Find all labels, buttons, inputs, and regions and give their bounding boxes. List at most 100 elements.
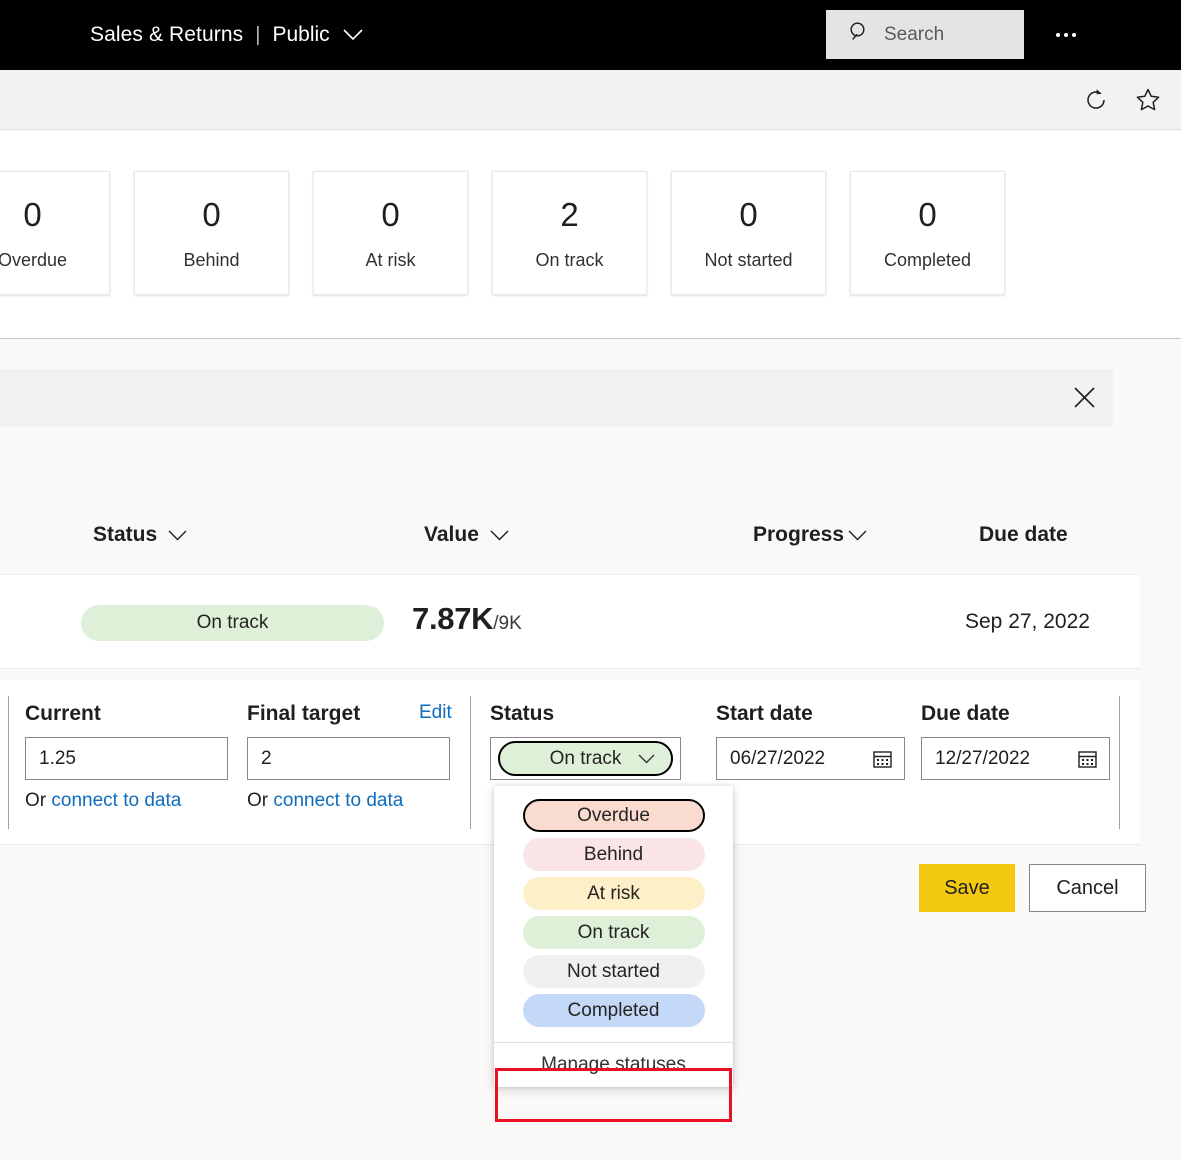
status-option-pill: Behind — [522, 838, 705, 871]
start-date-label: Start date — [716, 702, 813, 725]
kpi-value: 2 — [560, 195, 579, 233]
panel-divider-right — [1119, 696, 1120, 829]
status-badge[interactable]: On track — [81, 605, 384, 641]
status-dropdown-trigger[interactable]: On track — [490, 737, 681, 780]
column-header-due-date-label: Due date — [979, 523, 1068, 546]
chevron-down-icon[interactable] — [490, 530, 509, 541]
status-option-pill: Completed — [522, 994, 705, 1027]
panel-divider-mid — [470, 696, 471, 829]
goal-due-date: Sep 27, 2022 — [965, 610, 1090, 633]
status-option-label: Behind — [583, 843, 644, 865]
status-option-overdue[interactable]: Overdue — [494, 796, 733, 835]
panel-toolbar — [0, 369, 1113, 427]
status-option-label: At risk — [587, 882, 640, 904]
calendar-icon[interactable] — [872, 748, 893, 769]
calendar-icon[interactable] — [1077, 748, 1098, 769]
current-connect-to-data-link[interactable]: connect to data — [51, 790, 181, 811]
status-option-pill: On track — [522, 916, 705, 949]
status-selected-label: On track — [549, 747, 622, 769]
kpi-card[interactable]: 0 Not started — [671, 171, 826, 295]
kpi-summary-strip: 0 Overdue 0 Behind 0 At risk 2 On track … — [0, 131, 1181, 339]
chevron-down-icon[interactable] — [638, 754, 655, 764]
kpi-card[interactable]: 0 Overdue — [0, 171, 110, 295]
refresh-icon[interactable] — [1079, 83, 1113, 117]
search-input[interactable]: Search — [826, 10, 1024, 59]
start-date-field: Start date — [716, 702, 905, 780]
column-header-due-date[interactable]: Due date — [979, 523, 1068, 547]
status-field-label: Status — [490, 702, 555, 725]
suite-header-bar: Sales & Returns | Public Search — [0, 0, 1181, 70]
chevron-down-icon[interactable] — [168, 530, 187, 541]
column-header-progress[interactable]: Progress — [753, 523, 867, 547]
status-option-label: Overdue — [577, 804, 650, 826]
app-breadcrumb: Sales & Returns | Public — [90, 23, 363, 47]
due-date-field: Due date — [921, 702, 1110, 780]
final-target-connect-row: Or connect to data — [247, 790, 450, 812]
edit-link[interactable]: Edit — [419, 702, 452, 724]
goal-table-row[interactable]: On track 7.87K /9K Sep 27, 2022 — [0, 574, 1140, 669]
status-option-pill: Overdue — [522, 799, 705, 832]
status-option-pill: Not started — [522, 955, 705, 988]
form-action-buttons: Save Cancel — [919, 864, 1146, 912]
kpi-label: Completed — [883, 249, 972, 270]
manage-statuses-label: Manage statuses — [541, 1054, 686, 1075]
column-header-status-label: Status — [93, 523, 158, 546]
goal-value-cell: 7.87K /9K — [412, 601, 522, 637]
current-connect-row: Or connect to data — [25, 790, 228, 812]
star-icon[interactable] — [1131, 83, 1165, 117]
goal-target-value: /9K — [493, 613, 522, 634]
kpi-card[interactable]: 0 At risk — [313, 171, 468, 295]
chevron-down-icon[interactable] — [848, 530, 867, 541]
column-header-value-label: Value — [424, 523, 479, 546]
kpi-label: On track — [535, 249, 604, 270]
kpi-label: At risk — [365, 249, 416, 270]
status-badge-label: On track — [196, 612, 269, 633]
kpi-label: Overdue — [0, 249, 68, 270]
current-value-field: Current Or connect to data — [25, 702, 228, 812]
column-header-status[interactable]: Status — [93, 523, 187, 547]
command-bar — [0, 70, 1181, 130]
due-date-label: Due date — [921, 702, 1010, 725]
ellipsis-icon[interactable] — [1048, 18, 1084, 52]
status-option-label: On track — [577, 921, 650, 943]
kpi-card[interactable]: 0 Behind — [134, 171, 289, 295]
status-option-behind[interactable]: Behind — [494, 835, 733, 874]
breadcrumb-separator: | — [255, 23, 261, 46]
status-option-completed[interactable]: Completed — [494, 991, 733, 1030]
final-target-connect-to-data-link[interactable]: connect to data — [273, 790, 403, 811]
chevron-down-icon[interactable] — [343, 29, 363, 41]
status-dropdown-menu: Overdue Behind At risk On track Not star… — [494, 786, 733, 1087]
column-header-value[interactable]: Value — [424, 523, 509, 547]
kpi-value: 0 — [381, 195, 400, 233]
status-option-on-track[interactable]: On track — [494, 913, 733, 952]
final-target-input[interactable] — [247, 737, 450, 780]
kpi-value: 0 — [202, 195, 221, 233]
kpi-value: 0 — [739, 195, 758, 233]
kpi-label: Not started — [704, 249, 793, 270]
status-option-at-risk[interactable]: At risk — [494, 874, 733, 913]
status-option-not-started[interactable]: Not started — [494, 952, 733, 991]
kpi-value: 0 — [918, 195, 937, 233]
panel-divider-left — [8, 696, 9, 829]
final-target-connect-prefix: Or — [247, 790, 274, 811]
status-option-pill: At risk — [522, 877, 705, 910]
app-title[interactable]: Sales & Returns — [90, 23, 243, 47]
kpi-card[interactable]: 2 On track — [492, 171, 647, 295]
kpi-label: Behind — [183, 249, 240, 270]
current-connect-prefix: Or — [25, 790, 52, 811]
cancel-button[interactable]: Cancel — [1029, 864, 1146, 912]
workspace-scope-label[interactable]: Public — [272, 23, 329, 47]
current-value-label: Current — [25, 702, 101, 725]
status-selected-pill: On track — [498, 741, 673, 776]
column-header-progress-label: Progress — [753, 523, 845, 546]
close-icon[interactable] — [1066, 379, 1103, 416]
search-placeholder: Search — [884, 23, 945, 45]
save-button[interactable]: Save — [919, 864, 1015, 912]
table-column-headers: Status Value Progress Due date — [0, 505, 1181, 565]
status-option-list: Overdue Behind At risk On track Not star… — [494, 786, 733, 1042]
manage-statuses-button[interactable]: Manage statuses — [494, 1042, 733, 1087]
status-option-label: Completed — [567, 999, 660, 1021]
status-field: Status On track — [490, 702, 681, 780]
kpi-card[interactable]: 0 Completed — [850, 171, 1005, 295]
current-value-input[interactable] — [25, 737, 228, 780]
